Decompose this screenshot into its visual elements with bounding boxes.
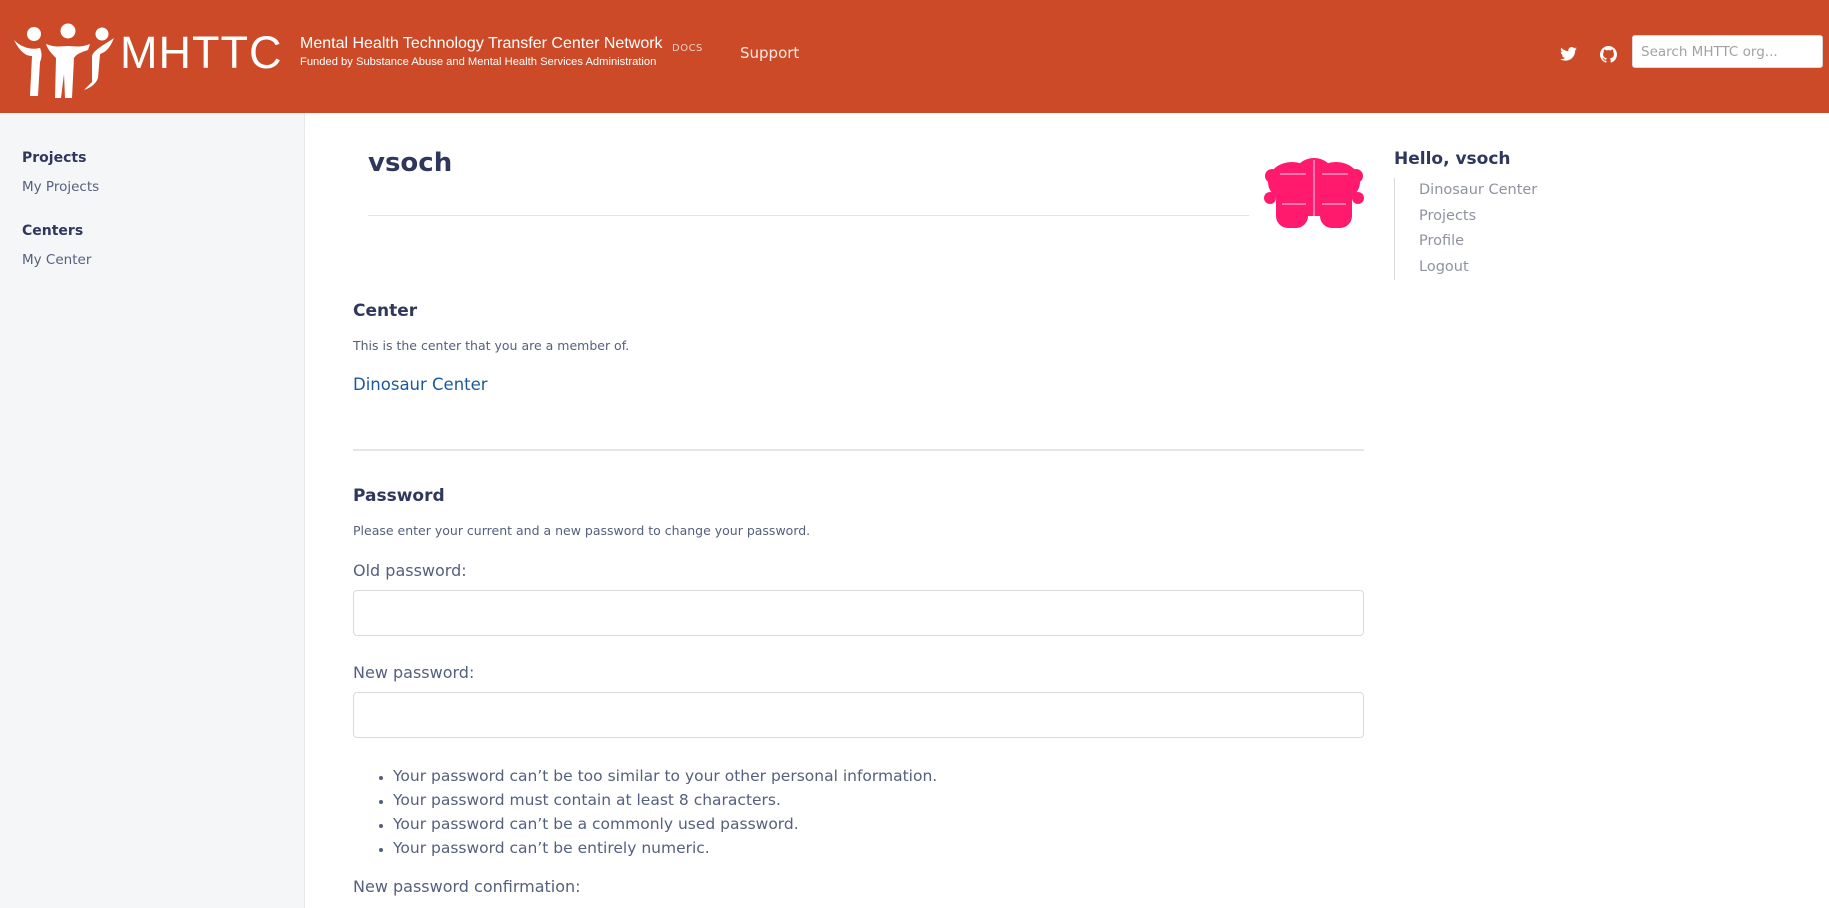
password-rules-list: Your password can’t be too similar to yo… [373,764,937,860]
sidebar-heading-projects: Projects [22,150,87,166]
old-password-label: Old password: [353,561,467,580]
github-icon[interactable] [1598,44,1618,64]
sidebar-item-my-center[interactable]: My Center [22,252,91,268]
account-nav-projects[interactable]: Projects [1419,204,1537,230]
twitter-icon[interactable] [1558,44,1578,64]
new-password-label: New password: [353,663,475,682]
page-title: vsoch [368,148,453,178]
account-nav: Dinosaur Center Projects Profile Logout [1394,178,1537,280]
logo-wordmark[interactable]: MHTTC [120,28,282,78]
brand-subtitle: Funded by Substance Abuse and Mental Hea… [300,56,657,68]
sidebar-heading-centers: Centers [22,223,84,239]
title-divider [368,215,1249,216]
new-password-field[interactable] [353,692,1364,738]
avatar [1264,158,1364,228]
center-section-description: This is the center that you are a member… [353,338,630,353]
list-item: Your password can’t be too similar to yo… [393,764,937,788]
greeting: Hello, vsoch [1394,149,1511,169]
sidebar-item-my-projects[interactable]: My Projects [22,179,99,195]
section-divider [353,449,1364,451]
account-nav-profile[interactable]: Profile [1419,229,1537,255]
list-item: Your password must contain at least 8 ch… [393,788,937,812]
brand-title: Mental Health Technology Transfer Center… [300,35,663,52]
account-nav-logout[interactable]: Logout [1419,255,1537,281]
docs-badge: DOCS [672,43,703,54]
password-section-title: Password [353,486,445,506]
password-section-description: Please enter your current and a new pass… [353,523,811,538]
center-section-title: Center [353,301,418,321]
center-link[interactable]: Dinosaur Center [353,375,488,394]
confirm-password-label: New password confirmation: [353,877,581,896]
list-item: Your password can’t be entirely numeric. [393,836,937,860]
old-password-field[interactable] [353,590,1364,636]
site-header: MHTTC Mental Health Technology Transfer … [0,0,1829,113]
nav-support-link[interactable]: Support [740,44,799,62]
account-nav-dinosaur-center[interactable]: Dinosaur Center [1419,178,1537,204]
mhttc-logo-figures-icon[interactable] [12,22,116,98]
search-input[interactable] [1632,35,1823,68]
left-sidebar: Projects My Projects Centers My Center [0,113,305,908]
list-item: Your password can’t be a commonly used p… [393,812,937,836]
